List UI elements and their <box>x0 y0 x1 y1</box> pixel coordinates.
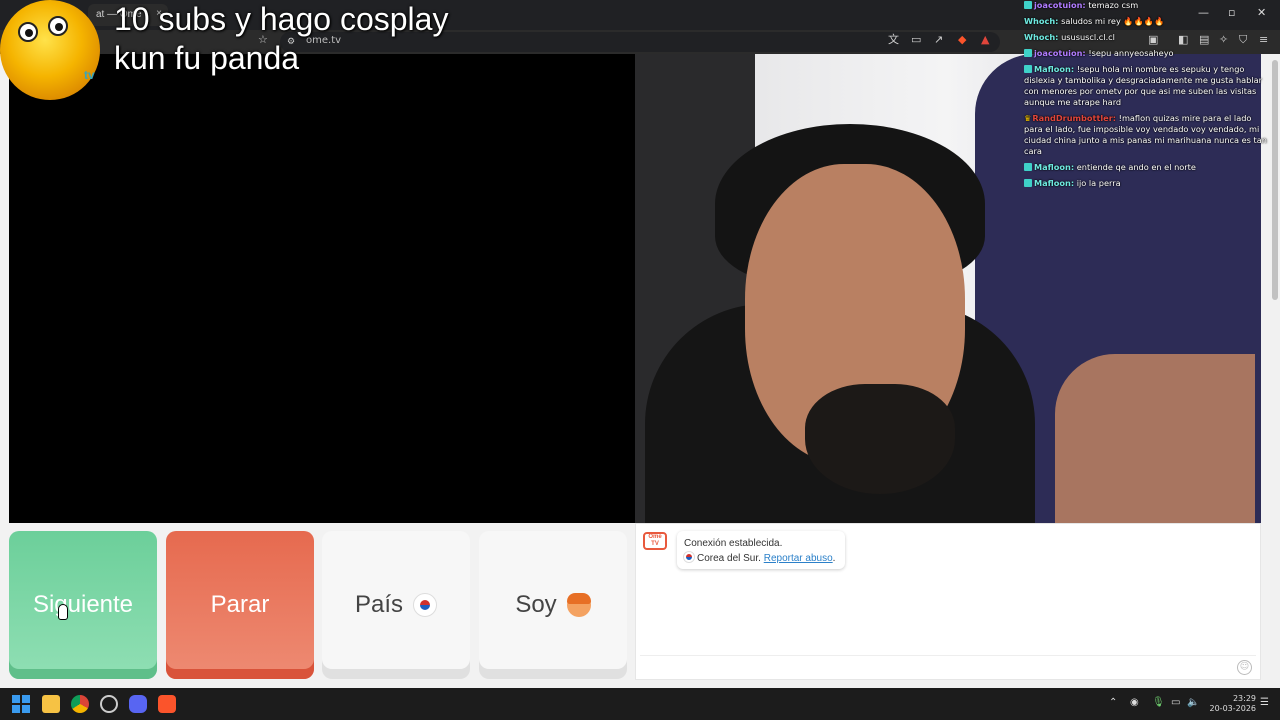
brave-rewards-icon[interactable]: ▲ <box>981 33 989 47</box>
stream-chat-line: Mafloon: ijo la perra <box>1024 178 1272 189</box>
brave-browser-icon[interactable] <box>158 695 176 713</box>
system-message: Conexión establecida. Corea del Sur. Rep… <box>677 531 845 569</box>
chat-badge-icon <box>1024 49 1032 57</box>
chat-username: RandDrumbottler: <box>1032 113 1117 123</box>
report-suffix: . <box>832 553 836 564</box>
chat-message-text: !sepu annyeosaheyo <box>1088 48 1174 58</box>
share-icon[interactable]: ↗ <box>934 33 943 47</box>
stream-chat-line: Whoch: usususcl.cl.cl <box>1024 32 1272 43</box>
boy-avatar-icon <box>566 593 591 617</box>
connection-status: Conexión establecida. <box>684 538 783 549</box>
chat-username: Mafloon: <box>1034 162 1075 172</box>
windows-start-icon[interactable] <box>12 695 30 713</box>
country-button-label: País <box>354 591 404 618</box>
clock[interactable]: 23:29 20-03-2026 <box>1204 694 1257 714</box>
ometv-chat-logo: Ome TV <box>643 532 667 550</box>
beard <box>805 384 955 494</box>
translate-icon[interactable]: 文 <box>888 33 899 47</box>
gender-button[interactable]: Soy <box>479 531 627 679</box>
country-button[interactable]: País <box>322 531 470 679</box>
discord-icon[interactable] <box>129 695 147 713</box>
stream-chat-line: Mafloon: entiende qe ando en el norte <box>1024 162 1272 173</box>
stream-chat-line: joacotuion: !sepu annyeosaheyo <box>1024 48 1272 59</box>
file-explorer-icon[interactable] <box>42 695 60 713</box>
chat-username: joacotuion: <box>1034 48 1086 58</box>
brave-shields-icon[interactable]: ◆ <box>958 33 966 47</box>
mouse-cursor-icon <box>58 604 68 620</box>
arm <box>1055 354 1255 523</box>
network-icon[interactable]: ▭ <box>1171 697 1180 708</box>
chat-username: joacotuion: <box>1034 0 1086 10</box>
korea-flag-small-icon <box>684 552 694 562</box>
stop-button[interactable]: Parar <box>166 531 314 679</box>
chat-message-text: entiende qe ando en el norte <box>1076 162 1196 172</box>
stream-chat-line: joacotuion: temazo csm <box>1024 0 1272 11</box>
chat-username: Mafloon: <box>1034 64 1075 74</box>
chat-input[interactable] <box>640 655 1256 656</box>
notifications-icon[interactable]: ☰ <box>1260 697 1269 708</box>
stream-chat-overlay: joacotuion: temazo csm Whoch: saludos mi … <box>1024 0 1272 194</box>
stop-button-label: Parar <box>210 591 270 618</box>
stream-chat-line: ♛RandDrumbottler: !maflon quizas mire pa… <box>1024 113 1272 157</box>
chat-badge-icon <box>1024 65 1032 73</box>
chat-username: Whoch: <box>1024 16 1059 26</box>
chat-badge-icon <box>1024 163 1032 171</box>
gender-button-label: Soy <box>515 591 557 618</box>
clock-time: 23:29 <box>1232 694 1256 703</box>
chat-message-text: usususcl.cl.cl <box>1061 32 1115 42</box>
stream-title-overlay: 10 subs y hago cosplay kun fu panda <box>114 0 448 78</box>
chat-message-text: ijo la perra <box>1076 178 1121 188</box>
south-korea-flag-icon <box>413 593 438 617</box>
mascot-emoji <box>0 0 100 100</box>
chat-message-text: saludos mi rey 🔥🔥🔥🔥 <box>1061 16 1165 26</box>
scrollbar-thumb[interactable] <box>1272 60 1278 300</box>
microphone-icon[interactable]: 🎙 <box>1152 697 1165 708</box>
chat-username: Mafloon: <box>1034 178 1075 188</box>
chrome-icon[interactable] <box>71 695 89 713</box>
chat-badge-icon <box>1024 179 1032 187</box>
ometv-logo-text: tv <box>84 68 95 82</box>
mascot-left-eye <box>18 22 38 42</box>
cast-icon[interactable]: ▭ <box>911 33 921 47</box>
stream-title-line2: kun fu panda <box>114 40 300 76</box>
report-abuse-link[interactable]: Reportar abuso <box>764 553 833 564</box>
taskbar <box>0 688 1280 720</box>
local-video <box>9 54 635 523</box>
clock-date: 20-03-2026 <box>1209 704 1257 713</box>
stream-chat-line: Whoch: saludos mi rey 🔥🔥🔥🔥 <box>1024 16 1272 27</box>
stream-title-line1: 10 subs y hago cosplay <box>114 1 449 37</box>
chat-username: Whoch: <box>1024 32 1059 42</box>
volume-icon[interactable]: 🔈 <box>1187 697 1199 708</box>
tray-chevron-icon[interactable]: ⌃ <box>1109 697 1117 708</box>
next-button-label: Siguiente <box>32 591 134 618</box>
chat-badge-icon <box>1024 1 1032 9</box>
screen: at — Ome × — ▫ ✕ ☆ ⚙ ome.tv 文 ▭ ↗ ◆ ▲ ▣ … <box>0 0 1280 720</box>
mascot-right-eye <box>48 16 68 36</box>
obs-icon[interactable] <box>100 695 118 713</box>
stream-chat-line: Mafloon: !sepu hola mi nombre es sepuku … <box>1024 64 1272 108</box>
emoji-icon[interactable]: ☺ <box>1237 660 1252 675</box>
chat-message-text: temazo csm <box>1088 0 1139 10</box>
crown-icon: ♛ <box>1024 113 1032 123</box>
tray-discord-icon[interactable]: ◉ <box>1130 697 1139 708</box>
next-button[interactable]: Siguiente <box>9 531 157 679</box>
partner-country: Corea del Sur. <box>697 553 761 564</box>
